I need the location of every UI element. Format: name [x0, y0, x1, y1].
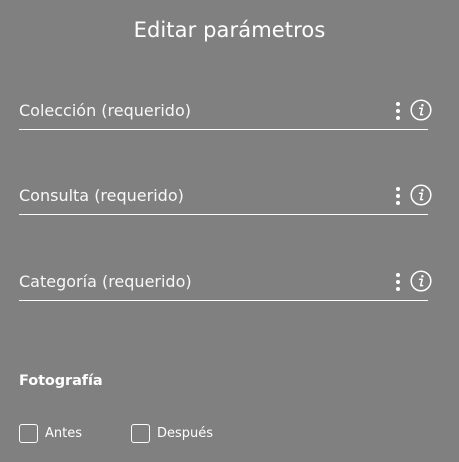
- coleccion-field[interactable]: Colección (requerido): [19, 99, 432, 130]
- categoria-placeholder: Categoría (requerido): [19, 272, 192, 291]
- despues-label: Después: [157, 426, 214, 441]
- more-vertical-icon[interactable]: [394, 187, 402, 205]
- consulta-field[interactable]: Consulta (requerido): [19, 184, 432, 215]
- more-vertical-icon[interactable]: [394, 273, 402, 291]
- more-vertical-icon[interactable]: [394, 102, 402, 120]
- info-icon[interactable]: [410, 270, 432, 292]
- consulta-placeholder: Consulta (requerido): [19, 186, 184, 205]
- photo-section-title: Fotografía: [19, 373, 103, 389]
- despues-checkbox[interactable]: Después: [131, 424, 213, 443]
- dialog-title: Editar parámetros: [133, 18, 326, 42]
- checkbox-box[interactable]: [19, 424, 38, 443]
- checkbox-box[interactable]: [131, 424, 150, 443]
- info-icon[interactable]: [410, 99, 432, 121]
- categoria-field[interactable]: Categoría (requerido): [19, 270, 432, 301]
- antes-checkbox[interactable]: Antes: [19, 424, 82, 443]
- coleccion-placeholder: Colección (requerido): [19, 101, 191, 120]
- antes-label: Antes: [45, 426, 83, 441]
- info-icon[interactable]: [410, 184, 432, 206]
